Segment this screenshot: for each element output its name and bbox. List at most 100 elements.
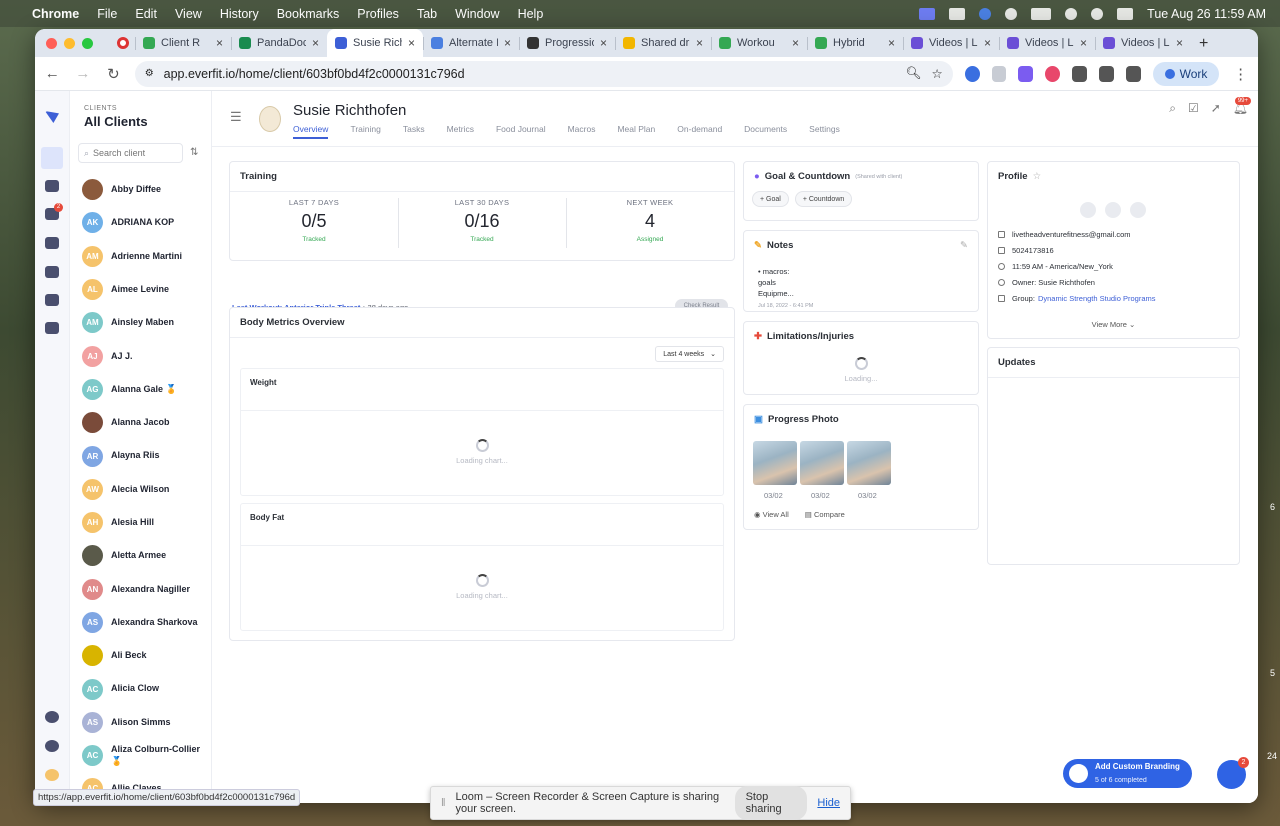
close-tab-icon[interactable]: ×: [984, 36, 991, 50]
team-icon[interactable]: [45, 294, 59, 306]
minimize-window-button[interactable]: [64, 38, 75, 49]
client-list-item[interactable]: Aletta Armee: [82, 539, 210, 572]
copy-icon[interactable]: [1130, 202, 1146, 218]
profile-group-link[interactable]: Dynamic Strength Studio Programs: [1038, 294, 1156, 303]
all-clients-title[interactable]: All Clients: [84, 114, 197, 129]
automation-icon[interactable]: [45, 237, 59, 249]
search-icon[interactable]: [1091, 7, 1104, 20]
browser-tab[interactable]: Client R ×: [135, 30, 231, 56]
close-tab-icon[interactable]: ×: [504, 36, 511, 50]
tab-training[interactable]: Training: [350, 124, 380, 139]
user-avatar-icon[interactable]: [45, 769, 59, 781]
tab-meal-plan[interactable]: Meal Plan: [617, 124, 655, 139]
close-tab-icon[interactable]: ×: [600, 36, 607, 50]
message-icon[interactable]: [1080, 202, 1096, 218]
extension-icon[interactable]: [991, 65, 1007, 82]
view-all-link[interactable]: ◉ View All: [754, 510, 789, 519]
menu-file[interactable]: File: [97, 7, 117, 21]
client-list-item[interactable]: Ali Beck: [82, 639, 210, 672]
client-list-item[interactable]: AW Alecia Wilson: [82, 473, 210, 506]
client-list-item[interactable]: AJ AJ J.: [82, 339, 210, 372]
browser-tab[interactable]: Workou ×: [711, 30, 807, 56]
client-list-item[interactable]: AH Alesia Hill: [82, 506, 210, 539]
menu-help[interactable]: Help: [518, 7, 544, 21]
wifi-icon[interactable]: [1065, 7, 1078, 20]
client-list-item[interactable]: AK ADRIANA KOP: [82, 206, 210, 239]
browser-tab[interactable]: Susie Rich ×: [327, 29, 423, 57]
client-list-item[interactable]: AG Alanna Gale 🏅: [82, 373, 210, 406]
recording-tab[interactable]: [109, 30, 135, 56]
profile-email[interactable]: livetheadventurefitness@gmail.com: [1012, 230, 1131, 239]
chat-launcher-button[interactable]: 2: [1217, 757, 1249, 789]
bookmark-star-icon[interactable]: ☆: [931, 66, 942, 81]
progress-photo[interactable]: [847, 441, 891, 485]
edit-icon[interactable]: ✎: [960, 240, 968, 251]
stop-sharing-button[interactable]: Stop sharing: [734, 786, 808, 820]
browser-tab[interactable]: Progressio ×: [519, 30, 615, 56]
menu-bookmarks[interactable]: Bookmarks: [277, 7, 340, 21]
client-list-item[interactable]: AS Alison Simms: [82, 706, 210, 739]
folder-icon[interactable]: [45, 266, 59, 278]
client-list-item[interactable]: AL Aimee Levine: [82, 273, 210, 306]
url-field[interactable]: ⚙ app.everfit.io/home/client/603bf0bd4f2…: [134, 60, 953, 87]
client-list-item[interactable]: AM Adrienne Martini: [82, 240, 210, 273]
menu-view[interactable]: View: [175, 7, 202, 21]
range-select[interactable]: Last 4 weeks ⌄: [655, 346, 724, 362]
menubar-clock[interactable]: Tue Aug 26 11:59 AM: [1147, 7, 1266, 21]
browser-tab[interactable]: Videos | L ×: [903, 30, 999, 56]
client-list-item[interactable]: AC Alicia Clow: [82, 672, 210, 705]
browser-tab[interactable]: Videos | L ×: [1095, 30, 1191, 56]
progress-photo[interactable]: [753, 441, 797, 485]
profile-phone[interactable]: 5024173816: [1012, 246, 1054, 255]
task-icon[interactable]: ☑: [1188, 101, 1199, 116]
tab-food-journal[interactable]: Food Journal: [496, 124, 546, 139]
menu-profiles[interactable]: Profiles: [357, 7, 399, 21]
tab-metrics[interactable]: Metrics: [447, 124, 474, 139]
client-list-item[interactable]: AC Aliza Colburn-Collier 🏅: [82, 739, 210, 772]
add-countdown-button[interactable]: + Countdown: [794, 191, 853, 207]
tab-on-demand[interactable]: On-demand: [677, 124, 722, 139]
menu-tab[interactable]: Tab: [417, 7, 437, 21]
hide-link[interactable]: Hide: [817, 797, 840, 809]
client-list-item[interactable]: Alanna Jacob: [82, 406, 210, 439]
search-client-field[interactable]: ⌕: [78, 143, 183, 163]
compare-link[interactable]: ▤ Compare: [805, 510, 845, 519]
menu-edit[interactable]: Edit: [135, 7, 157, 21]
library-icon[interactable]: [45, 180, 59, 192]
close-tab-icon[interactable]: ×: [696, 36, 703, 50]
tab-documents[interactable]: Documents: [744, 124, 787, 139]
close-tab-icon[interactable]: ×: [888, 36, 895, 50]
media-icon[interactable]: [1125, 65, 1141, 82]
tab-overview[interactable]: Overview: [293, 124, 329, 139]
close-tab-icon[interactable]: ×: [216, 36, 223, 50]
close-tab-icon[interactable]: ×: [1176, 36, 1183, 50]
browser-tab[interactable]: Alternate I ×: [423, 30, 519, 56]
browser-tab[interactable]: PandaDoc ×: [231, 30, 327, 56]
add-custom-branding-button[interactable]: Add Custom Branding 5 of 6 completed: [1063, 759, 1192, 788]
play-icon[interactable]: [1005, 7, 1018, 20]
dropbox-icon[interactable]: [949, 7, 966, 20]
extension-icon[interactable]: [1018, 65, 1034, 82]
close-tab-icon[interactable]: ×: [408, 36, 415, 50]
view-more-button[interactable]: View More ⌄: [988, 320, 1239, 329]
zoom-icon[interactable]: [979, 7, 992, 20]
search-client-input[interactable]: [93, 148, 174, 158]
tab-settings[interactable]: Settings: [809, 124, 840, 139]
notes-body[interactable]: • macros: goals Equipme... Jul 18, 2022 …: [758, 267, 813, 311]
menu-window[interactable]: Window: [455, 7, 499, 21]
puzzle-icon[interactable]: [1072, 65, 1087, 82]
forward-button[interactable]: →: [74, 65, 93, 82]
tab-macros[interactable]: Macros: [568, 124, 596, 139]
back-button[interactable]: ←: [43, 65, 62, 82]
extension-icon[interactable]: [964, 65, 980, 82]
community-icon[interactable]: [45, 740, 59, 752]
client-list-item[interactable]: AR Alayna Riis: [82, 439, 210, 472]
progress-photo[interactable]: [800, 441, 844, 485]
client-list-item[interactable]: AN Alexandra Nagiller: [82, 573, 210, 606]
zoom-lens-icon[interactable]: 🔍︎: [906, 66, 922, 81]
everfit-logo-icon[interactable]: [45, 111, 59, 123]
client-list-item[interactable]: Abby Diffee: [82, 173, 210, 206]
client-list-item[interactable]: AS Alexandra Sharkova: [82, 606, 210, 639]
chrome-menu-button[interactable]: ⋮: [1231, 65, 1250, 83]
profile-button[interactable]: Work: [1152, 61, 1220, 86]
